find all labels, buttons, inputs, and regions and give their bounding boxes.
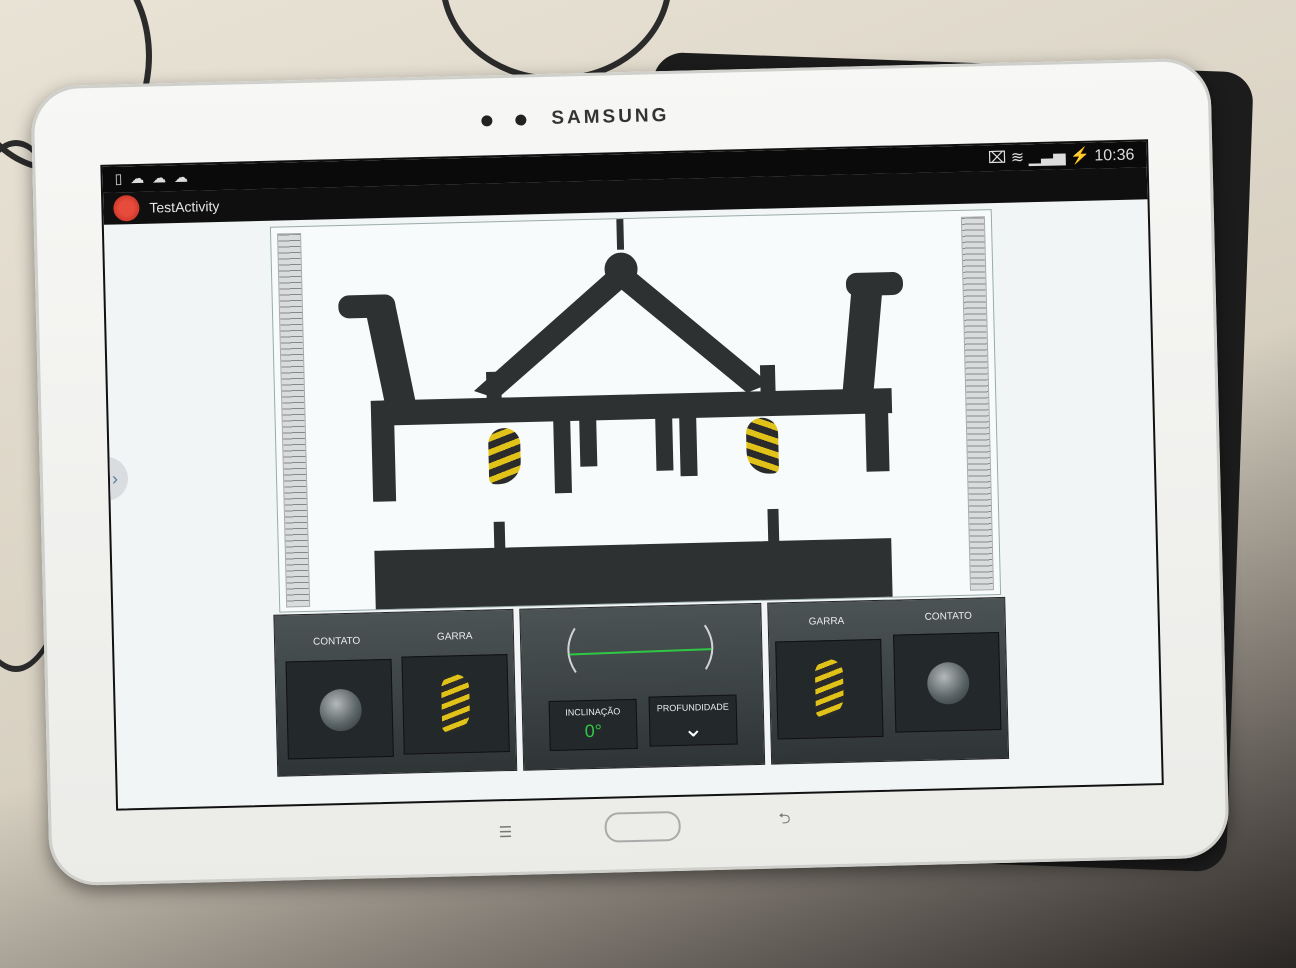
right-control-panel: GARRA CONTATO: [767, 596, 1010, 765]
tine: [655, 417, 674, 471]
claw-icon: [814, 658, 845, 718]
menu-key-icon[interactable]: ☰: [499, 823, 513, 841]
front-camera-icon: [481, 115, 493, 127]
left-arm: [364, 304, 416, 404]
main-beam: [370, 388, 893, 426]
right-claw-icon: [745, 417, 780, 475]
status-right: ⌧ ≋ ▁▃▅ ⚡ 10:36: [988, 145, 1135, 169]
depth-label: PROFUNDIDADE: [656, 701, 729, 714]
brand-logo: SAMSUNG: [551, 104, 670, 129]
contact-button[interactable]: [893, 632, 1002, 733]
center-panel: INCLINAÇÃO 0° PROFUNDIDADE ⌄: [519, 602, 766, 771]
home-key[interactable]: [604, 810, 682, 843]
right-bracket: [759, 364, 776, 397]
implement-canvas: [269, 209, 1002, 613]
left-leg: [371, 424, 397, 502]
app-title: TestActivity: [149, 197, 220, 216]
claw-button[interactable]: [401, 654, 510, 755]
drawer-chevron-icon[interactable]: ›: [101, 456, 129, 501]
implement-diagram: [338, 218, 903, 610]
right-arm: [842, 282, 883, 393]
claw-label: GARRA: [436, 630, 473, 643]
left-bracket: [486, 371, 502, 403]
screen: ▯ ☁ ☁ ☁ ⌧ ≋ ▁▃▅ ⚡ 10:36 TestActivity › C…: [100, 139, 1164, 811]
contact-knob-icon: [319, 688, 363, 732]
claw-button[interactable]: [775, 638, 884, 740]
claw-label: GARRA: [808, 615, 845, 628]
left-control-panel: CONTATO GARRA: [273, 608, 518, 777]
ground-block: [374, 538, 893, 610]
depth-button[interactable]: PROFUNDIDADE ⌄: [648, 694, 738, 747]
inclination-gauge: [567, 624, 714, 673]
tine: [579, 419, 598, 467]
cable: [440, 0, 672, 82]
contact-button[interactable]: [285, 658, 394, 760]
right-leg: [865, 412, 890, 472]
tablet-device: SAMSUNG ▯ ☁ ☁ ☁ ⌧ ≋ ▁▃▅ ⚡ 10:36 TestActi…: [30, 57, 1230, 887]
tine: [679, 416, 698, 477]
notification-icons: ▯ ☁ ☁ ☁: [114, 168, 191, 187]
inclination-value: 0°: [584, 720, 603, 742]
contact-label: CONTATO: [924, 610, 972, 623]
tine: [553, 419, 572, 494]
contact-label: CONTATO: [312, 635, 361, 648]
back-key-icon[interactable]: ⮌: [778, 808, 791, 833]
claw-icon: [440, 673, 471, 733]
contact-knob-icon: [926, 661, 970, 705]
inclination-readout: INCLINAÇÃO 0°: [548, 698, 638, 752]
hitch-rod: [616, 218, 625, 250]
hitch-triangle: [473, 260, 770, 399]
app-logo-icon[interactable]: [113, 194, 140, 222]
clock: 10:36: [1094, 146, 1135, 165]
sensor-icon: [515, 114, 527, 126]
chevron-down-icon: ⌄: [682, 715, 704, 743]
signal-icons: ⌧ ≋ ▁▃▅ ⚡: [987, 147, 1091, 168]
inclination-label: INCLINAÇÃO: [565, 706, 621, 718]
